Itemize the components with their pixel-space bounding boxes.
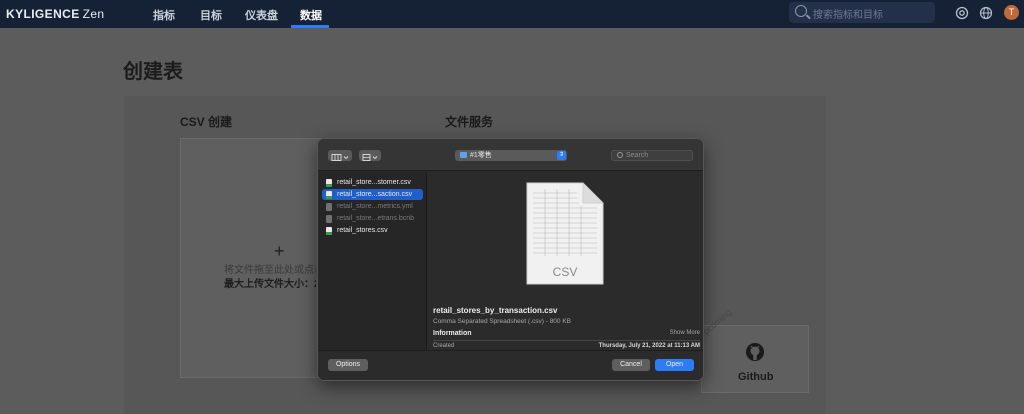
created-value: Thursday, July 21, 2022 at 11:13 AM — [598, 343, 700, 349]
information-heading: Information — [433, 330, 472, 337]
global-search-input[interactable]: 搜索指标和目标 — [789, 2, 935, 23]
file-open-dialog: #1零售 ⇕ Search retail_store...stomer.csv … — [317, 138, 704, 381]
brand-name: KYLIGENCE — [6, 7, 80, 21]
file-name: retail_store...etrans.bcnb — [337, 215, 415, 222]
cancel-button[interactable]: Cancel — [612, 359, 650, 371]
github-label: Github — [738, 371, 774, 383]
csv-file-icon — [326, 227, 332, 235]
csv-dropzone[interactable] — [180, 138, 330, 378]
dialog-search-placeholder: Search — [626, 152, 649, 159]
dialog-search-input[interactable]: Search — [611, 150, 693, 161]
search-icon — [617, 152, 623, 158]
preview-file-kind: Comma Separated Spreadsheet (.csv) - 800… — [433, 318, 572, 325]
file-list-item-selected[interactable]: retail_store...saction.csv — [322, 189, 423, 200]
csv-thumbnail-label: CSV — [553, 265, 578, 279]
search-icon — [795, 5, 807, 17]
csv-section-title: CSV 创建 — [180, 115, 233, 129]
file-list-item[interactable]: retail_store...stomer.csv — [322, 177, 423, 188]
dropzone-max-size: 最大上传文件大小：2 — [224, 279, 316, 290]
location-label: #1零售 — [470, 152, 492, 159]
search-placeholder: 搜索指标和目标 — [813, 10, 883, 21]
user-avatar[interactable]: T — [1004, 5, 1019, 20]
dialog-footer: Options Cancel Open — [318, 350, 703, 380]
file-list-item-disabled: retail_store...metrics.yml — [322, 201, 423, 212]
csv-file-icon — [326, 191, 332, 199]
brand-logo[interactable]: KYLIGENCE Zen — [6, 7, 105, 21]
show-more-link[interactable]: Show More — [670, 330, 700, 336]
globe-icon[interactable] — [979, 6, 993, 20]
page-title: 创建表 — [123, 61, 183, 83]
csv-file-icon — [326, 179, 332, 187]
updown-chevron-icon: ⇕ — [557, 151, 566, 160]
nav-item-goals[interactable]: 目标 — [200, 7, 222, 23]
file-name: retail_store...stomer.csv — [337, 179, 411, 186]
csv-document-thumbnail: CSV — [526, 182, 604, 285]
nav-item-data[interactable]: 数据 — [300, 7, 322, 23]
active-nav-indicator — [291, 25, 329, 28]
folder-icon — [460, 152, 467, 158]
file-name: retail_store...metrics.yml — [337, 203, 413, 210]
created-label: Created — [433, 343, 455, 349]
nav-item-metrics[interactable]: 指标 — [153, 7, 175, 23]
top-nav-bar: KYLIGENCE Zen 指标 目标 仪表盘 数据 搜索指标和目标 T — [0, 0, 1024, 28]
file-name: retail_store...saction.csv — [337, 191, 413, 198]
file-list-item-disabled: retail_store...etrans.bcnb — [322, 213, 423, 224]
dropzone-hint: 将文件拖至此处或点击 — [224, 265, 316, 276]
document-file-icon — [326, 215, 332, 223]
file-service-title: 文件服务 — [445, 115, 494, 129]
options-button[interactable]: Options — [328, 359, 368, 371]
grid-view-icon — [362, 154, 378, 161]
document-file-icon — [326, 203, 332, 211]
plus-icon: + — [274, 241, 285, 261]
file-list-item[interactable]: retail_stores.csv — [322, 225, 423, 236]
info-divider — [433, 340, 700, 341]
brand-product: Zen — [82, 7, 105, 21]
dialog-toolbar: #1零售 ⇕ Search — [318, 139, 703, 171]
location-select[interactable]: #1零售 ⇕ — [455, 150, 567, 161]
file-name: retail_stores.csv — [337, 227, 388, 234]
nav-item-dashboard[interactable]: 仪表盘 — [245, 7, 278, 23]
help-icon[interactable] — [955, 6, 969, 20]
grid-view-button[interactable] — [359, 150, 381, 161]
open-button[interactable]: Open — [655, 359, 694, 371]
column-view-icon — [331, 154, 349, 161]
github-icon — [746, 343, 764, 361]
preview-file-name: retail_stores_by_transaction.csv — [433, 306, 558, 315]
column-view-button[interactable] — [328, 150, 352, 161]
